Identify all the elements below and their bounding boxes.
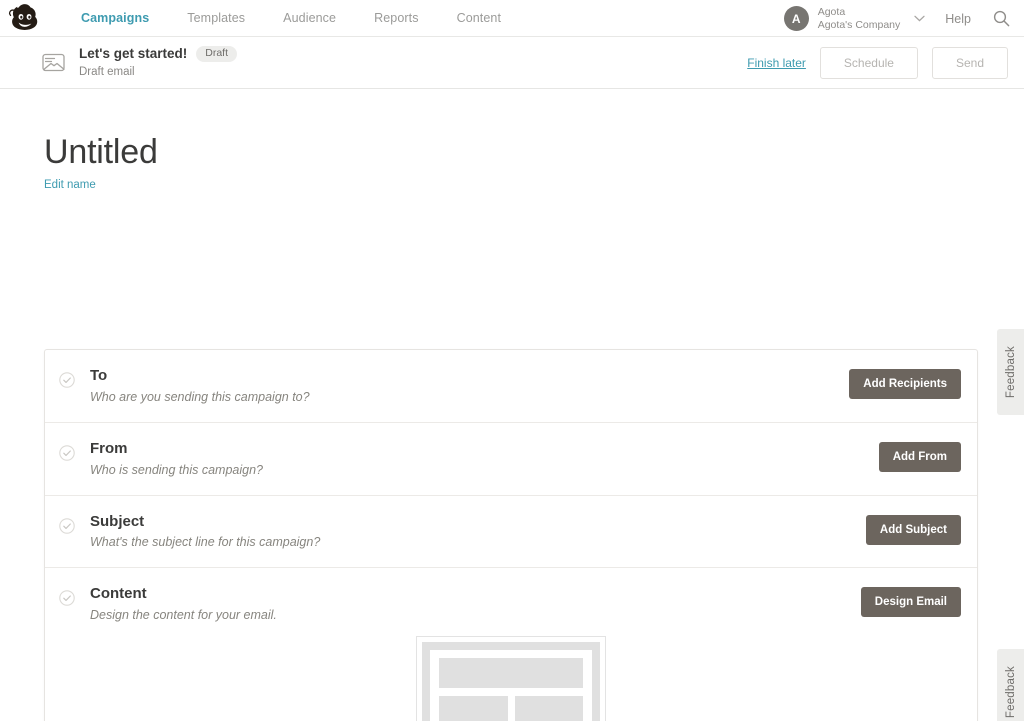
checklist-row-title: From bbox=[90, 439, 128, 457]
checklist-row-subtitle: Who is sending this campaign? bbox=[90, 462, 264, 477]
subheader-titles: Let's get started! Draft Draft email bbox=[79, 45, 237, 79]
envelope-icon bbox=[42, 53, 65, 72]
campaign-checklist-card: To Who are you sending this campaign to?… bbox=[44, 349, 978, 721]
nav-link-templates[interactable]: Templates bbox=[168, 11, 264, 25]
campaign-status-title: Let's get started! bbox=[79, 46, 188, 62]
account-user-name: Agota bbox=[817, 5, 846, 18]
add-subject-button[interactable]: Add Subject bbox=[865, 514, 961, 545]
chevron-down-icon[interactable] bbox=[914, 13, 925, 25]
checklist-row-title: Content bbox=[90, 585, 147, 603]
feedback-label: Feedback bbox=[1004, 345, 1017, 399]
checklist-row-content[interactable]: Content Design the content for your emai… bbox=[45, 567, 977, 721]
avatar[interactable]: A bbox=[783, 6, 809, 31]
finish-later-link[interactable]: Finish later bbox=[747, 56, 806, 70]
nav-link-audience[interactable]: Audience bbox=[264, 11, 355, 25]
check-circle-icon bbox=[59, 517, 75, 534]
preview-image-blocks bbox=[439, 696, 583, 721]
feedback-tab-bottom[interactable]: Feedback bbox=[997, 649, 1024, 721]
nav-link-reports[interactable]: Reports bbox=[355, 11, 437, 25]
nav-link-content[interactable]: Content bbox=[438, 11, 520, 25]
checklist-row-subject[interactable]: Subject What's the subject line for this… bbox=[45, 494, 977, 568]
checklist-row-title: Subject bbox=[90, 512, 145, 530]
send-button[interactable]: Send bbox=[931, 46, 1008, 79]
add-from-button[interactable]: Add From bbox=[878, 441, 961, 472]
search-icon[interactable] bbox=[993, 10, 1010, 27]
feedback-label: Feedback bbox=[1004, 665, 1017, 719]
campaign-subheader: Let's get started! Draft Draft email Fin… bbox=[0, 37, 1024, 89]
status-badge: Draft bbox=[196, 46, 237, 62]
edit-name-link[interactable]: Edit name bbox=[44, 179, 96, 191]
campaign-type-label: Draft email bbox=[79, 65, 135, 78]
checklist-row-subtitle: What's the subject line for this campaig… bbox=[90, 535, 321, 550]
checklist-row-subtitle: Design the content for your email. bbox=[90, 608, 277, 622]
check-circle-icon bbox=[59, 445, 75, 461]
account-names[interactable]: Agota Agota's Company bbox=[818, 6, 901, 32]
preview-header-block bbox=[439, 658, 583, 688]
account-area: A Agota Agota's Company Help bbox=[783, 0, 1024, 37]
primary-nav-links: Campaigns Templates Audience Reports Con… bbox=[62, 11, 520, 25]
check-circle-icon bbox=[59, 590, 75, 606]
feedback-tab-top[interactable]: Feedback bbox=[997, 329, 1024, 415]
checklist-row-to[interactable]: To Who are you sending this campaign to?… bbox=[45, 350, 977, 422]
help-link[interactable]: Help bbox=[945, 12, 971, 26]
checklist-row-subtitle: Who are you sending this campaign to? bbox=[90, 389, 310, 404]
main-content: Untitled Edit name To Who are you sendin… bbox=[0, 133, 1024, 721]
add-recipients-button[interactable]: Add Recipients bbox=[849, 369, 961, 399]
mailchimp-freddie-logo[interactable] bbox=[6, 3, 44, 33]
check-circle-icon bbox=[59, 372, 75, 388]
schedule-button[interactable]: Schedule bbox=[819, 46, 918, 79]
nav-link-campaigns[interactable]: Campaigns bbox=[62, 11, 168, 25]
checklist-row-title: To bbox=[90, 367, 108, 384]
checklist-row-from[interactable]: From Who is sending this campaign? Add F… bbox=[45, 421, 977, 495]
email-template-placeholder bbox=[416, 636, 606, 721]
page-title: Untitled bbox=[44, 133, 158, 171]
design-email-button[interactable]: Design Email bbox=[860, 587, 961, 618]
account-company-name: Agota's Company bbox=[817, 18, 901, 31]
top-navigation-bar: Campaigns Templates Audience Reports Con… bbox=[0, 0, 1024, 37]
subheader-actions: Finish later Schedule Send bbox=[747, 46, 1008, 79]
